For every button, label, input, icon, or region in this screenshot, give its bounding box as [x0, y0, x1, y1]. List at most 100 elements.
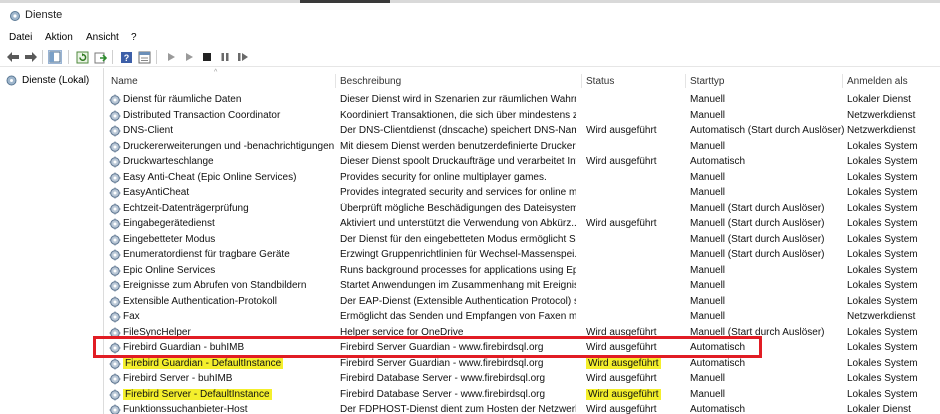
service-name: EasyAntiCheat: [123, 187, 190, 198]
service-logon: Lokales System: [847, 388, 918, 400]
restart-icon[interactable]: [236, 50, 250, 64]
service-gear-icon: [109, 94, 121, 106]
service-status: Wird ausgeführt: [586, 373, 657, 384]
service-starttype: Manuell: [690, 109, 726, 121]
stop-icon[interactable]: [200, 50, 214, 64]
table-row[interactable]: DNS-Client Der DNS-Clientdienst (dnscache…: [105, 123, 940, 139]
table-row[interactable]: Funktionssuchanbieter-Host Der FDPHOST-Di…: [105, 402, 940, 414]
column-header-logon[interactable]: Anmelden als: [847, 76, 908, 87]
column-header-description[interactable]: Beschreibung: [340, 76, 401, 87]
table-row[interactable]: Firebird Server - buhIMB Firebird Databas…: [105, 371, 940, 387]
column-separator: [335, 74, 336, 88]
toolbar-separator: [42, 50, 43, 64]
tree-item-label: Dienste (Lokal): [22, 74, 90, 86]
service-description: Provides integrated security and service…: [340, 187, 576, 198]
back-arrow-icon[interactable]: [6, 50, 20, 64]
service-gear-icon: [109, 389, 121, 401]
service-description: Erzwingt Gruppenrichtlinien für Wechsel-…: [340, 249, 576, 260]
service-description: Runs background processes for applicatio…: [340, 264, 576, 276]
tree-item-services-local[interactable]: Dienste (Lokal): [5, 73, 89, 87]
table-row[interactable]: Druckererweiterungen und -benachrichtigu…: [105, 139, 940, 155]
service-description: Mit diesem Dienst werden benutzerdefinie…: [340, 140, 576, 152]
refresh-icon[interactable]: [75, 50, 89, 64]
red-annotation-box: [93, 336, 762, 358]
service-name: Firebird Server - buhIMB: [123, 373, 233, 384]
table-row[interactable]: Epic Online Services Runs background proc…: [105, 263, 940, 279]
service-name: Eingabegerätedienst: [123, 218, 215, 229]
table-row[interactable]: Enumeratordienst für tragbare Geräte Erzw…: [105, 247, 940, 263]
table-row[interactable]: Extensible Authentication-Protokoll Der E…: [105, 294, 940, 310]
column-header-starttype[interactable]: Starttyp: [690, 76, 724, 87]
forward-arrow-icon[interactable]: [24, 50, 38, 64]
service-name: Funktionssuchanbieter-Host: [123, 404, 248, 414]
play-alt-icon[interactable]: [182, 50, 196, 64]
table-row[interactable]: Distributed Transaction Coordinator Koord…: [105, 108, 940, 124]
service-name: Enumeratordienst für tragbare Geräte: [123, 249, 290, 260]
service-gear-icon: [109, 404, 121, 414]
service-name: Extensible Authentication-Protokoll: [123, 295, 277, 307]
column-header-name[interactable]: Name: [111, 76, 138, 87]
toolbar-separator: [112, 50, 113, 64]
table-row[interactable]: Fax Ermöglicht das Senden und Empfangen v…: [105, 309, 940, 325]
pause-icon[interactable]: [218, 50, 232, 64]
service-logon: Lokaler Dienst: [847, 404, 911, 414]
service-starttype: Manuell: [690, 280, 726, 291]
services-list: ^ Name Beschreibung Status Starttyp Anme…: [105, 68, 940, 414]
service-name: Fax: [123, 311, 140, 322]
service-logon: Lokales System: [847, 218, 918, 229]
service-logon: Lokales System: [847, 233, 918, 245]
play-icon[interactable]: [164, 50, 178, 64]
service-status: Wird ausgeführt: [586, 125, 657, 136]
menu-bar: Datei Aktion Ansicht ?: [0, 30, 940, 47]
column-separator: [842, 74, 843, 88]
service-starttype: Manuell (Start durch Auslöser): [690, 202, 825, 214]
service-name: Ereignisse zum Abrufen von Standbildern: [123, 280, 307, 291]
menu-ansicht[interactable]: Ansicht: [86, 32, 119, 43]
gear-icon: [6, 75, 17, 85]
service-starttype: Manuell: [690, 140, 726, 152]
column-separator: [685, 74, 686, 88]
service-starttype: Manuell: [690, 311, 726, 322]
table-row[interactable]: Dienst für räumliche Daten Dieser Dienst …: [105, 92, 940, 108]
console-tree-icon[interactable]: [48, 50, 62, 64]
table-row[interactable]: Easy Anti-Cheat (Epic Online Services) Pr…: [105, 170, 940, 186]
service-starttype: Manuell: [690, 94, 726, 105]
service-starttype: Manuell (Start durch Auslöser): [690, 233, 825, 245]
service-gear-icon: [109, 110, 121, 122]
menu-datei[interactable]: Datei: [9, 32, 32, 43]
service-status-highlighted: Wird ausgeführt: [586, 357, 661, 369]
menu-aktion[interactable]: Aktion: [45, 32, 73, 43]
title-bar-dark-strip: [300, 0, 390, 3]
service-logon: Netzwerkdienst: [847, 311, 916, 322]
service-gear-icon: [109, 125, 121, 137]
service-description: Überprüft mögliche Beschädigungen des Da…: [340, 202, 576, 214]
service-gear-icon: [109, 172, 121, 184]
table-row[interactable]: Echtzeit-Datenträgerprüfung Überprüft mög…: [105, 201, 940, 217]
service-gear-icon: [109, 187, 121, 199]
service-logon: Lokales System: [847, 171, 918, 183]
table-row[interactable]: Eingabegerätedienst Aktiviert und unterst…: [105, 216, 940, 232]
table-row[interactable]: Druckwarteschlange Dieser Dienst spoolt D…: [105, 154, 940, 170]
service-starttype: Manuell: [690, 187, 726, 198]
service-starttype: Manuell: [690, 171, 726, 183]
table-row[interactable]: EasyAntiCheat Provides integrated securit…: [105, 185, 940, 201]
table-row[interactable]: Firebird Server - DefaultInstance Firebir…: [105, 387, 940, 403]
service-description: Der FDPHOST-Dienst dient zum Hosten der …: [340, 404, 576, 414]
export-icon[interactable]: [93, 50, 107, 64]
table-row[interactable]: Eingebetteter Modus Der Dienst für den ei…: [105, 232, 940, 248]
table-row[interactable]: Ereignisse zum Abrufen von Standbildern S…: [105, 278, 940, 294]
service-name-highlighted: Firebird Server - DefaultInstance: [123, 388, 272, 400]
service-status: Wird ausgeführt: [586, 218, 657, 229]
service-starttype: Manuell: [690, 295, 726, 307]
service-name: Easy Anti-Cheat (Epic Online Services): [123, 171, 297, 183]
column-header-status[interactable]: Status: [586, 76, 614, 87]
service-gear-icon: [109, 280, 121, 292]
service-logon: Lokales System: [847, 140, 918, 152]
service-starttype: Manuell (Start durch Auslöser): [690, 218, 825, 229]
service-gear-icon: [109, 203, 121, 215]
service-name: Druckererweiterungen und -benachrichtigu…: [123, 140, 335, 152]
menu-help[interactable]: ?: [131, 32, 137, 43]
help-icon[interactable]: ?: [119, 50, 133, 64]
properties-icon[interactable]: [137, 50, 151, 64]
service-logon: Lokales System: [847, 373, 918, 384]
